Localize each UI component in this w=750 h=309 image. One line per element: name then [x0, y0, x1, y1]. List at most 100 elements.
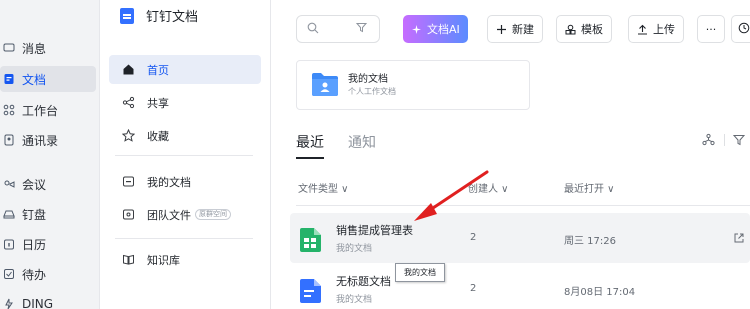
sidebar-item-favorites[interactable]: 收藏 [109, 121, 261, 150]
location-tooltip: 我的文档 [395, 263, 445, 282]
clock-button[interactable] [731, 15, 750, 43]
rail-item-workbench[interactable]: 工作台 [0, 97, 96, 123]
sidebar-item-label: 知识库 [147, 253, 180, 267]
sidebar-item-knowledge-base[interactable]: 知识库 [109, 245, 261, 274]
share-icon [121, 96, 135, 110]
new-button-label: 新建 [512, 23, 534, 36]
sidebar-item-label: 共享 [147, 96, 169, 110]
drive-icon [2, 207, 16, 221]
upload-button[interactable]: 上传 [628, 15, 684, 43]
rail-item-label: 消息 [22, 41, 47, 56]
card-subtitle: 个人工作文档 [348, 87, 396, 96]
docs-sidebar: 钉钉文档 首页 共享 收藏 我的文档 团队文件 原群空间 知识库 [101, 0, 271, 309]
rail-item-label: 会议 [22, 177, 47, 192]
sidebar-item-label: 我的文档 [147, 175, 191, 189]
app-title: 钉钉文档 [120, 6, 198, 25]
rail-item-label: 日历 [22, 237, 47, 252]
tab-recent[interactable]: 最近 [296, 132, 324, 159]
file-last-opened: 8月08日 17:04 [564, 287, 636, 298]
ding-icon [2, 297, 16, 309]
column-header-creator[interactable]: 创建人 ∨ [468, 180, 509, 195]
rail-item-meeting[interactable]: 会议 [0, 171, 96, 197]
header-divider [296, 205, 750, 206]
rail-item-label: 钉盘 [22, 207, 47, 222]
toolbar-divider [724, 134, 725, 146]
sidebar-divider [115, 155, 253, 156]
file-creator: 2 [470, 232, 477, 243]
team-files-icon [121, 208, 135, 222]
legacy-space-badge: 原群空间 [195, 209, 231, 220]
sidebar-item-label: 收藏 [147, 129, 169, 143]
upload-icon [637, 24, 648, 35]
clock-icon [738, 22, 750, 37]
more-button[interactable]: ··· [697, 15, 725, 43]
grid-icon [2, 103, 16, 117]
rail-item-todo[interactable]: 待办 [0, 261, 96, 287]
search-icon [307, 22, 319, 37]
todo-icon [2, 267, 16, 281]
file-location: 我的文档 [336, 244, 373, 254]
home-icon [121, 63, 135, 77]
plus-icon [496, 24, 507, 35]
knowledge-base-icon [121, 253, 135, 267]
sidebar-divider [115, 238, 253, 239]
sparkle-icon [411, 24, 422, 35]
rail-item-label: 文档 [22, 72, 47, 87]
my-docs-card[interactable]: 我的文档 个人工作文档 [296, 60, 530, 110]
column-header-last-opened[interactable]: 最近打开 ∨ [564, 180, 615, 195]
more-icon: ··· [705, 22, 717, 36]
sidebar-item-label: 首页 [147, 63, 169, 77]
rail-item-label: 工作台 [22, 103, 59, 118]
doc-icon [2, 72, 16, 86]
list-filter-icon[interactable] [732, 134, 746, 149]
rail-item-label: DING [22, 297, 54, 309]
rail-item-ding[interactable]: DING [0, 291, 96, 309]
sidebar-item-my-docs[interactable]: 我的文档 [109, 167, 261, 196]
rail-item-docs[interactable]: 文档 [0, 66, 96, 92]
org-structure-icon[interactable] [702, 133, 715, 149]
rail-item-label: 待办 [22, 267, 47, 282]
rail-item-contacts[interactable]: 通讯录 [0, 127, 96, 153]
sidebar-item-label: 团队文件 [147, 208, 191, 222]
my-docs-icon [121, 175, 135, 189]
sidebar-item-team-files[interactable]: 团队文件 原群空间 [109, 200, 261, 229]
rail-item-drive[interactable]: 钉盘 [0, 201, 96, 227]
doc-ai-label: 文档AI [427, 23, 460, 36]
tab-notifications[interactable]: 通知 [348, 132, 376, 152]
sidebar-item-home[interactable]: 首页 [109, 55, 261, 84]
filter-icon[interactable] [355, 22, 368, 36]
app-title-text: 钉钉文档 [146, 10, 199, 25]
template-button[interactable]: 模板 [556, 15, 612, 43]
contacts-icon [2, 133, 16, 147]
sidebar-item-shared[interactable]: 共享 [109, 88, 261, 117]
file-row[interactable]: 无标题文档 我的文档 2 8月08日 17:04 [290, 264, 750, 309]
upload-button-label: 上传 [653, 23, 675, 36]
rail-item-messages[interactable]: 消息 [0, 35, 96, 61]
file-name: 销售提成管理表 [336, 224, 413, 237]
file-creator: 2 [470, 283, 477, 294]
template-button-label: 模板 [581, 23, 603, 36]
template-icon [565, 24, 576, 35]
dingtalk-docs-logo-icon [120, 7, 134, 24]
calendar-icon [2, 237, 16, 251]
file-row[interactable]: 销售提成管理表 我的文档 2 周三 17:26 [290, 213, 750, 263]
left-nav-rail: 消息 文档 工作台 通讯录 会议 钉盘 日历 待办 DING [0, 0, 100, 309]
rail-item-label: 通讯录 [22, 133, 59, 148]
star-icon [121, 129, 135, 143]
new-button[interactable]: 新建 [487, 15, 543, 43]
card-title: 我的文档 [348, 74, 388, 85]
column-header-file-type[interactable]: 文件类型 ∨ [298, 180, 349, 195]
search-input[interactable] [296, 15, 380, 43]
doc-ai-button[interactable]: 文档AI [403, 15, 468, 43]
folder-icon [311, 71, 339, 97]
file-location: 我的文档 [336, 295, 373, 305]
file-name: 无标题文档 [336, 275, 391, 288]
spreadsheet-icon [300, 228, 321, 252]
message-icon [2, 41, 16, 55]
file-last-opened: 周三 17:26 [564, 236, 616, 247]
meeting-icon [2, 177, 16, 191]
open-in-new-icon[interactable] [733, 232, 745, 247]
main-content: 文档AI 新建 模板 上传 ··· 我的文档 个人工作文档 最近 通知 文件类型… [272, 0, 750, 309]
document-icon [300, 279, 321, 303]
rail-item-calendar[interactable]: 日历 [0, 231, 96, 257]
